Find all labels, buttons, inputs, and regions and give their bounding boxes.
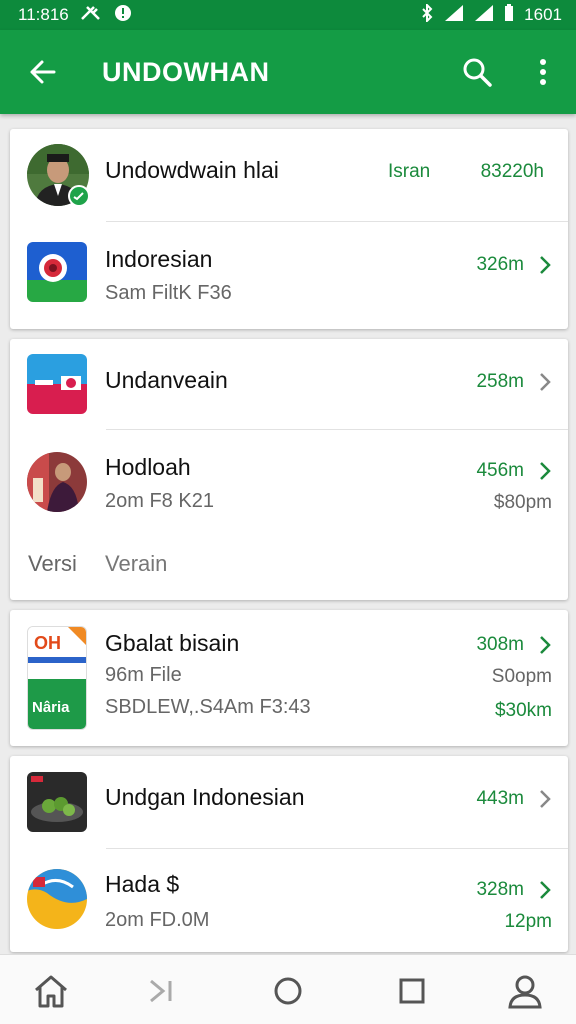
gbalat-app-icon: OH Nâria (27, 626, 87, 730)
online-badge (68, 185, 90, 207)
circle-button[interactable] (266, 969, 310, 1013)
indonesian-app-icon (27, 242, 87, 302)
list-item-4[interactable]: Hodloah 2om F8 K21 456m $80pm (10, 430, 568, 535)
more-vert-icon (540, 59, 546, 85)
thumb-bottom: Nâria (28, 679, 86, 729)
thumb-top-text: OH (34, 633, 61, 653)
notification-icon (113, 3, 133, 28)
item-meta-secondary: S0opm (491, 666, 552, 687)
recents-button[interactable] (390, 969, 434, 1013)
item-subtitle: 2om FD.0M (105, 909, 210, 931)
skip-next-icon (150, 979, 172, 1003)
item-title: Undanveain (105, 367, 228, 393)
version-row: Versi Verain (10, 535, 568, 600)
item-meta: 83220h (480, 161, 544, 182)
bottom-navigation (0, 954, 576, 1024)
search-button[interactable] (444, 30, 510, 114)
item-subtitle: Sam FiltK F36 (105, 282, 232, 304)
status-bar: 11:816 1601 (0, 0, 576, 30)
circle-icon (274, 977, 302, 1005)
chevron-right-icon (540, 256, 551, 274)
item-title: Hodloah (105, 454, 191, 480)
chevron-right-icon (540, 462, 551, 480)
item-tag: Isran (388, 161, 431, 182)
list-item-5[interactable]: OH Nâria Gbalat bisain 96m File SBDLEW,.… (10, 610, 568, 746)
thumb-bottom-text: Nâria (32, 699, 70, 716)
item-meta: 443m (476, 788, 524, 809)
status-time: 11:816 (18, 5, 69, 24)
item-subtitle-2: SBDLEW,.S4Am F3:43 (105, 696, 311, 718)
person-icon (508, 975, 542, 1009)
card-group-3: OH Nâria Gbalat bisain 96m File SBDLEW,.… (10, 610, 568, 746)
hodloah-avatar (27, 452, 87, 512)
list-item-6[interactable]: Undgan Indonesian 443m (10, 756, 568, 848)
chevron-right-icon (540, 636, 551, 654)
item-title: Hada $ (105, 871, 180, 897)
item-meta: 456m (476, 460, 524, 481)
back-button[interactable] (0, 30, 84, 114)
app-bar: UNDOWHAN (0, 30, 576, 114)
status-right-text: 1601 (524, 5, 562, 24)
item-title: Undowdwain hlai (105, 157, 279, 183)
list-item-1[interactable]: Undowdwain hlai Isran 83220h (10, 129, 568, 221)
page-title: UNDOWHAN (102, 56, 270, 87)
hada-app-icon (27, 869, 87, 929)
item-title: Undgan Indonesian (105, 784, 305, 810)
search-icon (463, 58, 492, 87)
list-item-3[interactable]: Undanveain 258m (10, 339, 568, 429)
item-meta-tertiary: $30km (494, 700, 552, 721)
home-button[interactable] (29, 969, 73, 1013)
item-subtitle: 2om F8 K21 (105, 490, 214, 512)
undanveain-app-icon (27, 354, 87, 414)
battery-icon (504, 3, 514, 27)
item-meta: 326m (476, 254, 524, 275)
list-item-2[interactable]: Indoresian Sam FiltK F36 326m (10, 222, 568, 329)
skip-next-button[interactable] (140, 969, 184, 1013)
more-options-button[interactable] (510, 30, 576, 114)
tools-icon (79, 4, 103, 27)
item-meta: 258m (476, 371, 524, 392)
signal-icon (444, 4, 464, 27)
card-group-2: Undanveain 258m Hodloah 2om F8 K21 456m … (10, 339, 568, 600)
bluetooth-icon (420, 2, 434, 27)
signal-icon-2 (474, 4, 494, 27)
chevron-right-icon (540, 881, 551, 899)
arrow-left-icon (30, 60, 56, 84)
undgan-app-icon (27, 772, 87, 832)
item-meta: 328m (476, 879, 524, 900)
home-icon (35, 975, 67, 1008)
item-meta: 308m (476, 634, 524, 655)
item-title: Indoresian (105, 246, 213, 272)
item-title: Gbalat bisain (105, 630, 240, 656)
square-icon (399, 978, 425, 1004)
profile-button[interactable] (503, 969, 547, 1013)
list-item-7[interactable]: Hada $ 2om FD.0M 328m 12pm (10, 849, 568, 952)
item-subtitle: 96m File (105, 664, 182, 686)
version-value: Verain (105, 551, 168, 576)
item-meta-secondary: $80pm (493, 492, 552, 513)
card-group-1: Undowdwain hlai Isran 83220h Indoresian … (10, 129, 568, 329)
card-group-4: Undgan Indonesian 443m Hada $ 2om FD.0M … (10, 756, 568, 952)
version-label: Versi (28, 551, 77, 576)
check-icon (73, 192, 84, 201)
chevron-right-icon (540, 790, 551, 808)
chevron-right-icon (540, 373, 551, 391)
item-meta-secondary: 12pm (504, 911, 552, 932)
